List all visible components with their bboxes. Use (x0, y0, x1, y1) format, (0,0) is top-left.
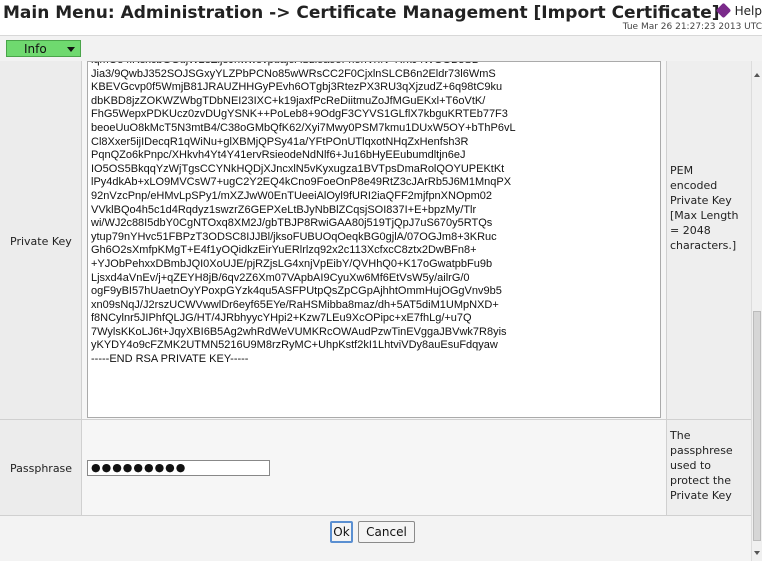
help-label: Help (734, 4, 762, 18)
menu-bar: Info (0, 35, 762, 62)
info-menu-button[interactable]: Info (6, 40, 81, 57)
cancel-button[interactable]: Cancel (358, 521, 415, 543)
help-icon (715, 2, 731, 19)
ok-button[interactable]: Ok (330, 521, 353, 543)
help-link[interactable]: Help (715, 2, 762, 19)
private-key-value-cell: lqmO84iRsxcbGGujW28Zij8Jnww8vpuajoASzi5a… (82, 61, 667, 419)
info-menu-label: Info (24, 42, 47, 56)
passphrase-hint-cell: The passphrese used to protect the Priva… (667, 420, 751, 515)
private-key-hint: PEM encoded Private Key [Max Length = 20… (670, 164, 739, 252)
private-key-label-cell: Private Key (0, 61, 82, 419)
private-key-textarea[interactable]: lqmO84iRsxcbGGujW28Zij8Jnww8vpuajoASzi5a… (87, 61, 661, 418)
page-scrollbar[interactable] (751, 61, 762, 561)
private-key-hint-cell: PEM encoded Private Key [Max Length = 20… (667, 61, 751, 419)
passphrase-hint: The passphrese used to protect the Priva… (670, 429, 733, 502)
passphrase-label-cell: Passphrase (0, 420, 82, 515)
chevron-down-icon (67, 47, 75, 52)
private-key-row: Private Key lqmO84iRsxcbGGujW28Zij8Jnww8… (0, 61, 751, 420)
timestamp: Tue Mar 26 21:27:23 2013 UTC (622, 22, 762, 32)
passphrase-value-cell: ●●●●●●●●● (82, 420, 667, 515)
passphrase-label: Passphrase (10, 462, 73, 475)
scroll-up-icon[interactable] (754, 73, 760, 77)
scroll-down-icon[interactable] (754, 551, 760, 555)
private-key-text: lqmO84iRsxcbGGujW28Zij8Jnww8vpuajoASzi5a… (91, 62, 516, 366)
passphrase-row: Passphrase ●●●●●●●●● The passphrese used… (0, 420, 751, 516)
page-title: Main Menu: Administration -> Certificate… (3, 3, 720, 23)
scroll-thumb[interactable] (753, 311, 761, 541)
page-header: Main Menu: Administration -> Certificate… (0, 0, 762, 35)
form-actions: Ok Cancel (0, 516, 751, 561)
private-key-label: Private Key (10, 235, 72, 248)
form-content[interactable]: Private Key lqmO84iRsxcbGGujW28Zij8Jnww8… (0, 61, 751, 561)
passphrase-input[interactable]: ●●●●●●●●● (87, 460, 270, 476)
